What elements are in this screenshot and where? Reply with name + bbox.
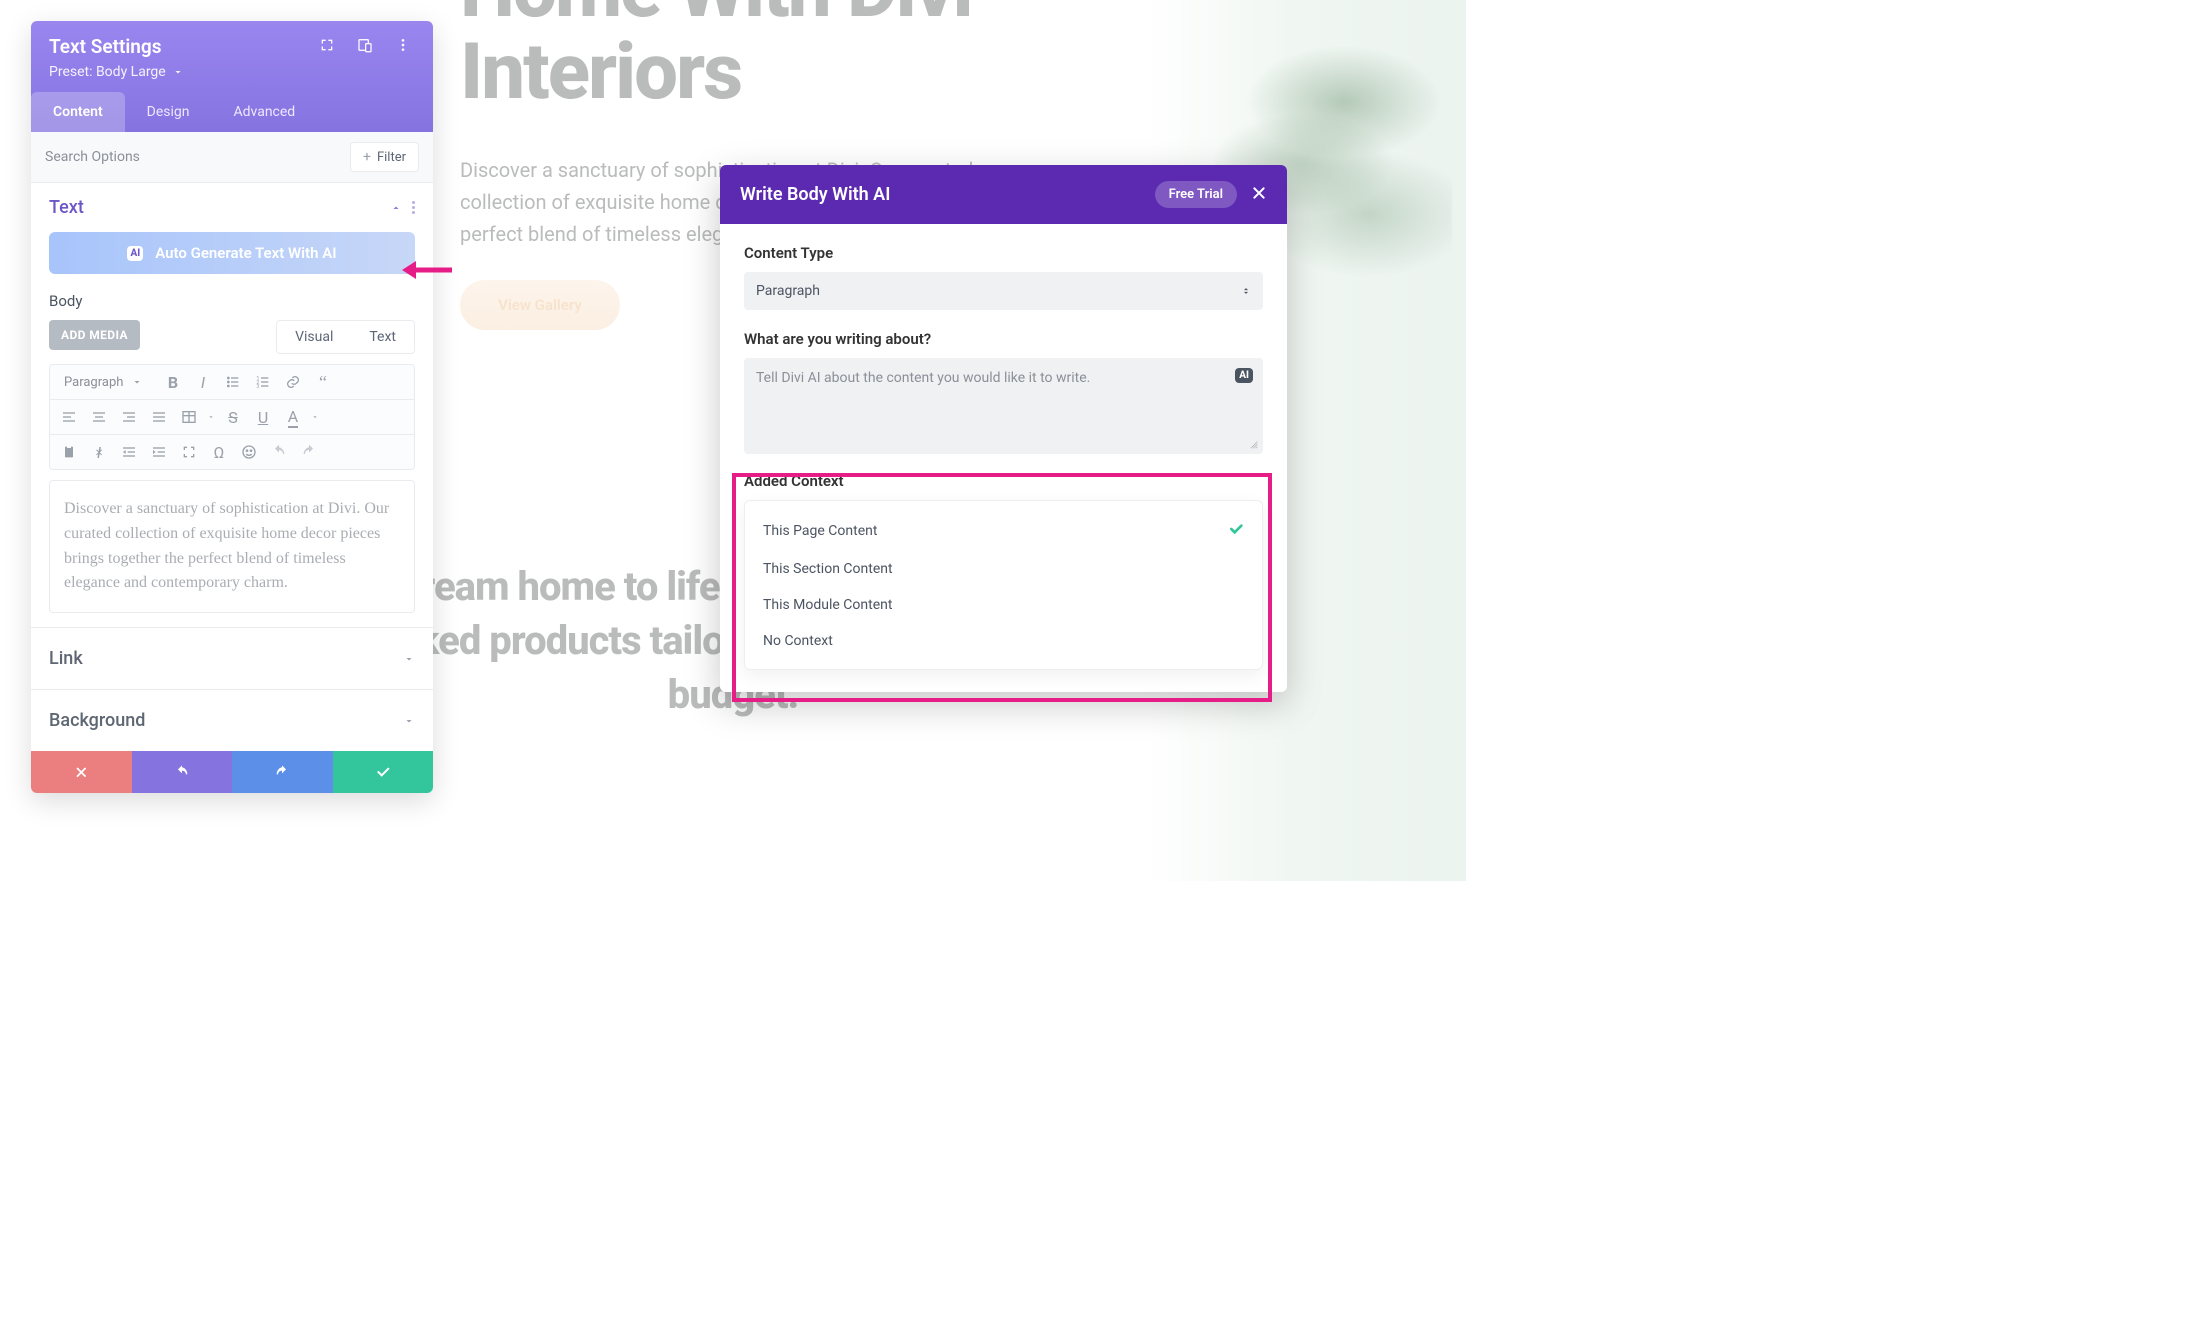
panel-tabs: Content Design Advanced — [31, 92, 433, 132]
chevron-down-icon — [403, 653, 415, 665]
text-settings-panel: Text Settings Preset: Body Large Content… — [31, 21, 433, 793]
content-type-label: Content Type — [744, 244, 1263, 262]
redo-icon[interactable] — [296, 439, 322, 465]
plus-icon: + — [363, 149, 371, 165]
chevron-down-icon — [172, 66, 184, 78]
bold-icon[interactable]: B — [160, 369, 186, 395]
responsive-icon[interactable] — [357, 37, 373, 57]
preset-dropdown[interactable]: Preset: Body Large — [49, 64, 184, 80]
editor-toolbar: Paragraph B I 123 “ S U A — [49, 364, 415, 470]
ai-button-label: Auto Generate Text With AI — [155, 244, 336, 262]
link-icon[interactable] — [280, 369, 306, 395]
body-field-label: Body — [49, 292, 415, 310]
section-title-text: Text — [49, 197, 84, 218]
emoji-icon[interactable] — [236, 439, 262, 465]
quote-icon[interactable]: “ — [310, 369, 336, 395]
free-trial-badge[interactable]: Free Trial — [1155, 181, 1237, 208]
visual-tab[interactable]: Visual — [277, 321, 351, 353]
auto-generate-ai-button[interactable]: AI Auto Generate Text With AI — [49, 232, 415, 274]
numbered-list-icon[interactable]: 123 — [250, 369, 276, 395]
align-left-icon[interactable] — [56, 404, 82, 430]
context-option-none[interactable]: No Context — [745, 623, 1262, 659]
text-color-icon[interactable]: A — [280, 404, 306, 430]
table-icon[interactable] — [176, 404, 202, 430]
ai-modal-header[interactable]: Write Body With AI Free Trial — [720, 165, 1287, 224]
prompt-label: What are you writing about? — [744, 330, 1263, 348]
undo-button[interactable] — [132, 751, 233, 793]
accordion-background[interactable]: Background — [31, 689, 433, 751]
context-option-page[interactable]: This Page Content — [745, 511, 1262, 551]
hero-heading: Home With Divi Interiors — [460, 0, 1406, 114]
accordion-link[interactable]: Link — [31, 627, 433, 689]
strikethrough-icon[interactable]: S — [220, 404, 246, 430]
context-option-module[interactable]: This Module Content — [745, 587, 1262, 623]
close-icon[interactable] — [1251, 185, 1267, 205]
body-editor-textarea[interactable]: Discover a sanctuary of sophistication a… — [49, 480, 415, 613]
expand-icon[interactable] — [319, 37, 335, 57]
text-tab[interactable]: Text — [351, 321, 414, 353]
align-justify-icon[interactable] — [146, 404, 172, 430]
annotation-arrow-icon — [402, 257, 454, 283]
indent-icon[interactable] — [146, 439, 172, 465]
tab-content[interactable]: Content — [31, 92, 125, 132]
view-gallery-button[interactable]: View Gallery — [460, 280, 620, 330]
content-type-select[interactable]: Paragraph — [744, 272, 1263, 310]
save-button[interactable] — [333, 751, 434, 793]
paste-icon[interactable] — [56, 439, 82, 465]
chevron-up-icon[interactable] — [390, 202, 402, 214]
filter-button[interactable]: + Filter — [350, 142, 419, 172]
context-dropdown-list: This Page Content This Section Content T… — [744, 500, 1263, 670]
added-context-label: Added Context — [744, 472, 1263, 490]
panel-title: Text Settings — [49, 35, 161, 58]
align-center-icon[interactable] — [86, 404, 112, 430]
add-media-button[interactable]: ADD MEDIA — [49, 320, 140, 350]
write-body-ai-modal: Write Body With AI Free Trial Content Ty… — [720, 165, 1287, 692]
preset-label: Preset: Body Large — [49, 64, 166, 80]
ai-badge-icon: AI — [127, 246, 143, 261]
filter-label: Filter — [377, 150, 406, 165]
dropdown-caret-icon[interactable] — [310, 404, 320, 430]
check-icon — [1228, 521, 1244, 541]
bullet-list-icon[interactable] — [220, 369, 246, 395]
panel-header[interactable]: Text Settings Preset: Body Large — [31, 21, 433, 92]
redo-button[interactable] — [232, 751, 333, 793]
tab-advanced[interactable]: Advanced — [212, 92, 318, 132]
ai-modal-title: Write Body With AI — [740, 184, 890, 205]
panel-footer — [31, 751, 433, 793]
resize-handle-icon[interactable] — [1249, 440, 1259, 450]
special-char-icon[interactable]: Ω — [206, 439, 232, 465]
align-right-icon[interactable] — [116, 404, 142, 430]
clear-format-icon[interactable]: I✕ — [86, 439, 112, 465]
kebab-menu-icon[interactable] — [395, 37, 411, 57]
italic-icon[interactable]: I — [190, 369, 216, 395]
chevron-down-icon — [403, 715, 415, 727]
hero-heading-line2: Interiors — [460, 27, 741, 118]
tab-design[interactable]: Design — [125, 92, 212, 132]
section-kebab-icon[interactable] — [412, 201, 415, 214]
fullscreen-icon[interactable] — [176, 439, 202, 465]
sort-icon — [1241, 284, 1251, 298]
ai-badge-icon: AI — [1235, 368, 1253, 383]
search-options-input[interactable]: Search Options — [45, 149, 340, 165]
paragraph-format-select[interactable]: Paragraph — [56, 375, 156, 390]
prompt-textarea[interactable]: Tell Divi AI about the content you would… — [744, 358, 1263, 454]
undo-icon[interactable] — [266, 439, 292, 465]
context-option-section[interactable]: This Section Content — [745, 551, 1262, 587]
svg-text:3: 3 — [256, 384, 259, 390]
cancel-button[interactable] — [31, 751, 132, 793]
underline-icon[interactable]: U — [250, 404, 276, 430]
outdent-icon[interactable] — [116, 439, 142, 465]
dropdown-caret-icon[interactable] — [206, 404, 216, 430]
